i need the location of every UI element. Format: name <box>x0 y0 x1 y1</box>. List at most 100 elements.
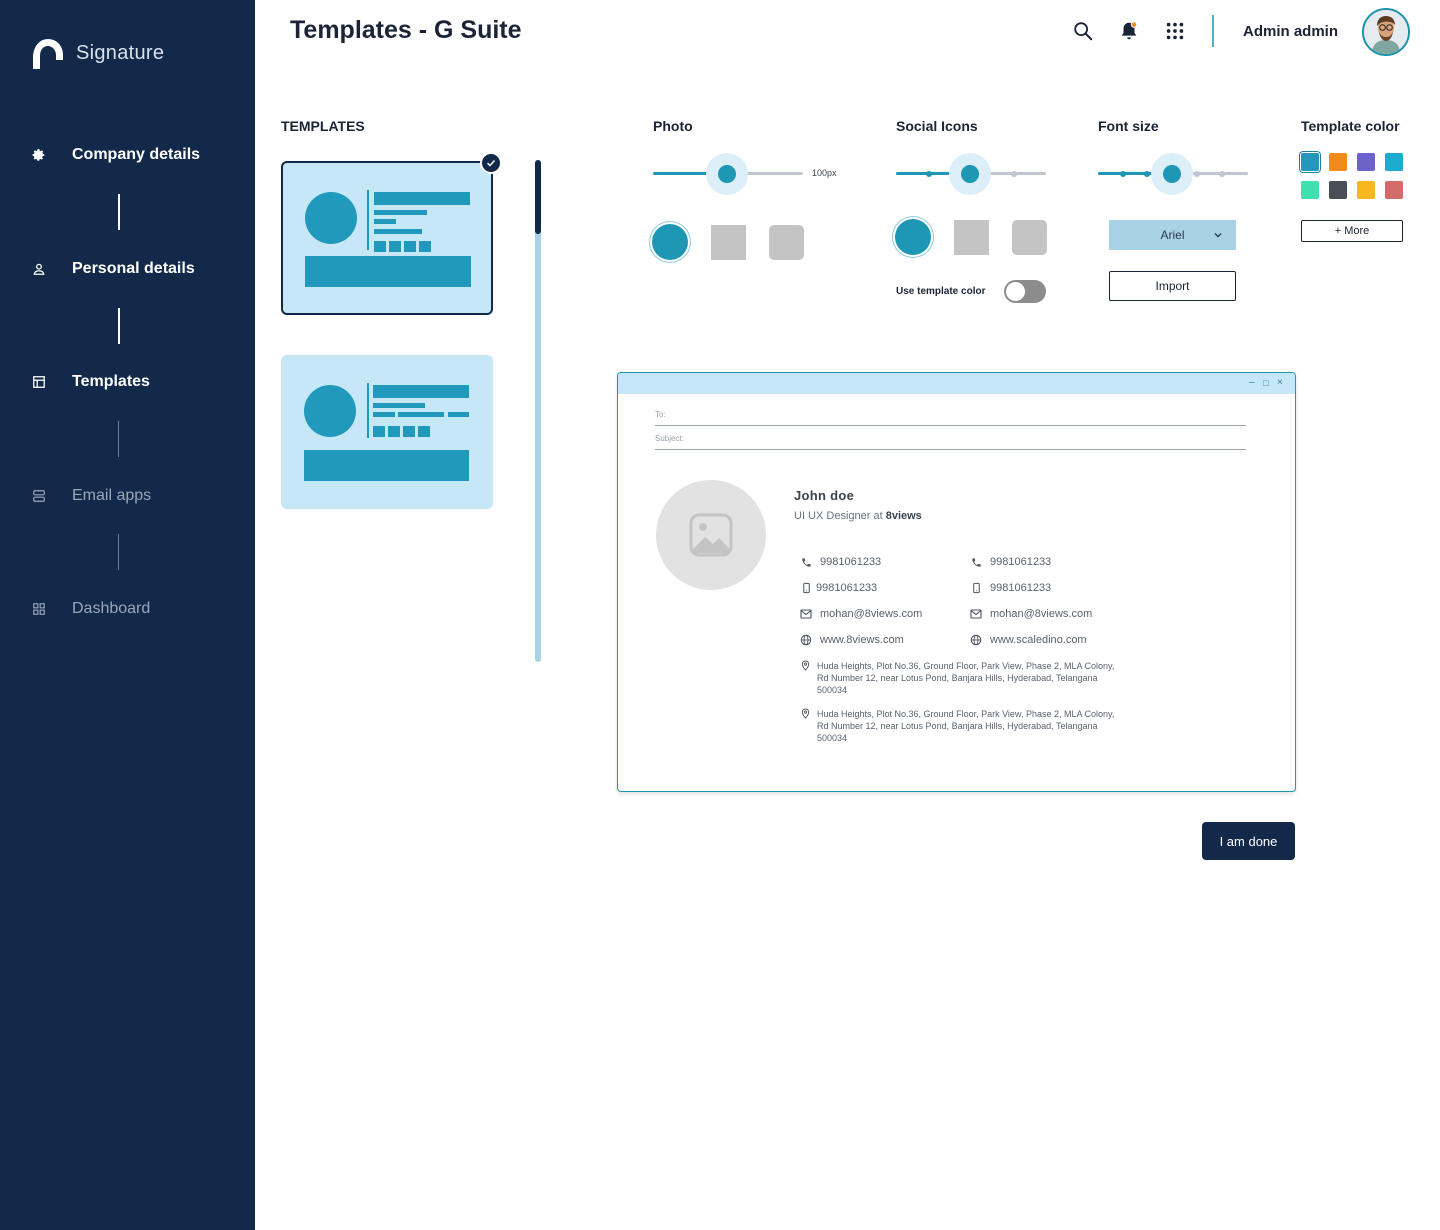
sidebar-item-personal-details[interactable]: Personal details <box>30 257 195 281</box>
search-icon[interactable] <box>1072 20 1094 42</box>
social-shape-square[interactable] <box>954 220 989 255</box>
templates-scrollbar-thumb[interactable] <box>535 160 541 234</box>
apps-grid-icon[interactable] <box>1164 20 1186 42</box>
sidebar-item-templates[interactable]: Templates <box>30 370 150 394</box>
signature-mobile-1: 9981061233 <box>800 582 877 594</box>
color-swatch[interactable] <box>1301 153 1319 171</box>
photo-shape-rounded[interactable] <box>769 225 804 260</box>
user-name[interactable]: Admin admin <box>1243 23 1338 40</box>
color-swatch[interactable] <box>1357 153 1375 171</box>
signature-photo-placeholder[interactable] <box>656 480 766 590</box>
color-swatch[interactable] <box>1385 181 1403 199</box>
color-swatch[interactable] <box>1329 181 1347 199</box>
person-icon <box>30 260 48 278</box>
template-thumbnail <box>304 383 469 481</box>
slider-tick <box>1194 171 1200 177</box>
close-icon[interactable]: × <box>1277 377 1283 389</box>
email-to-field[interactable]: To: <box>655 410 1246 426</box>
location-pin-icon <box>801 660 810 671</box>
templates-scrollbar-track[interactable] <box>535 160 541 662</box>
color-swatch[interactable] <box>1329 153 1347 171</box>
templates-heading: TEMPLATES <box>281 118 365 134</box>
header-divider <box>1212 15 1214 47</box>
email-preview-window: – □ × To: Subject: John doe UI UX Design… <box>617 372 1296 792</box>
maximize-icon[interactable]: □ <box>1263 377 1268 389</box>
photo-size-value: 100px <box>812 168 837 178</box>
mail-icon <box>800 608 812 620</box>
brand[interactable]: Signature <box>30 36 164 70</box>
sidebar-item-label: Dashboard <box>72 600 151 617</box>
sidebar-item-dashboard[interactable]: Dashboard <box>30 597 150 621</box>
globe-icon <box>800 634 812 646</box>
mobile-icon <box>800 582 812 594</box>
sidebar-item-email-apps[interactable]: Email apps <box>30 484 151 508</box>
signature-company: 8views <box>885 510 922 522</box>
template-card[interactable] <box>281 355 493 509</box>
font-size-label: Font size <box>1098 118 1159 134</box>
sidebar-item-company-details[interactable]: Company details <box>30 143 200 167</box>
user-avatar-icon <box>1364 10 1408 54</box>
slider-tick <box>1011 171 1017 177</box>
email-text[interactable]: mohan@8views.com <box>820 608 922 620</box>
signature-phone-2: 9981061233 <box>970 556 1051 568</box>
avatar[interactable] <box>1362 8 1410 56</box>
font-select-value: Ariel <box>1160 228 1185 242</box>
social-icons-label: Social Icons <box>896 118 978 134</box>
minimize-icon[interactable]: – <box>1249 377 1255 389</box>
globe-icon <box>970 634 982 646</box>
toggle-knob <box>1006 282 1025 301</box>
use-template-color-label: Use template color <box>896 286 986 297</box>
color-swatch[interactable] <box>1385 153 1403 171</box>
signature-logo-icon <box>33 39 63 69</box>
address-text: Huda Heights, Plot No.36, Ground Floor, … <box>817 709 1115 743</box>
social-shape-rounded[interactable] <box>1012 220 1047 255</box>
email-window-titlebar: – □ × <box>618 373 1295 394</box>
mail-icon <box>970 608 982 620</box>
notification-dot <box>1130 21 1138 28</box>
mobile-text: 9981061233 <box>990 582 1052 594</box>
slider-knob[interactable] <box>718 165 736 183</box>
email-subject-field[interactable]: Subject: <box>655 434 1246 450</box>
sidebar-item-label: Personal details <box>72 260 195 277</box>
email-to-label: To: <box>655 410 666 419</box>
photo-shape-circle[interactable] <box>652 224 688 260</box>
slider-tick <box>1120 171 1126 177</box>
email-subject-label: Subject: <box>655 434 684 443</box>
use-template-color-toggle[interactable] <box>1004 280 1046 303</box>
done-button[interactable]: I am done <box>1202 822 1295 860</box>
signature-web-2: www.scaledino.com <box>970 634 1087 646</box>
address-text: Huda Heights, Plot No.36, Ground Floor, … <box>817 661 1115 695</box>
font-family-select[interactable]: Ariel <box>1109 220 1236 250</box>
signature-email-1: mohan@8views.com <box>800 608 922 620</box>
sidebar-item-label: Templates <box>72 373 150 390</box>
color-swatch[interactable] <box>1357 181 1375 199</box>
gear-icon <box>30 146 48 164</box>
brand-name: Signature <box>76 41 165 64</box>
email-text[interactable]: mohan@8views.com <box>990 608 1092 620</box>
phone-icon <box>970 556 982 568</box>
photo-shape-square[interactable] <box>711 225 746 260</box>
slider-tick <box>1144 171 1150 177</box>
more-colors-button[interactable]: + More <box>1301 220 1403 242</box>
web-text[interactable]: www.scaledino.com <box>990 634 1087 646</box>
signature-email-2: mohan@8views.com <box>970 608 1092 620</box>
mobile-icon <box>970 582 982 594</box>
slider-tick <box>1219 171 1225 177</box>
import-button[interactable]: Import <box>1109 271 1236 301</box>
signature-web-1: www.8views.com <box>800 634 904 646</box>
signature-role: UI UX Designer at 8views <box>794 510 922 522</box>
template-card[interactable] <box>281 161 493 315</box>
layout-icon <box>30 373 48 391</box>
nav-connector <box>118 308 120 344</box>
signature-role-text: UI UX Designer at <box>794 510 886 522</box>
slider-knob[interactable] <box>961 165 979 183</box>
social-shape-circle[interactable] <box>895 219 931 255</box>
color-swatch[interactable] <box>1301 181 1319 199</box>
slider-knob[interactable] <box>1163 165 1181 183</box>
signature-name: John doe <box>794 488 855 503</box>
chevron-down-icon <box>1214 233 1222 238</box>
web-text[interactable]: www.8views.com <box>820 634 904 646</box>
nav-connector <box>118 194 120 230</box>
bell-icon[interactable] <box>1118 20 1140 42</box>
template-thumbnail <box>305 190 471 287</box>
